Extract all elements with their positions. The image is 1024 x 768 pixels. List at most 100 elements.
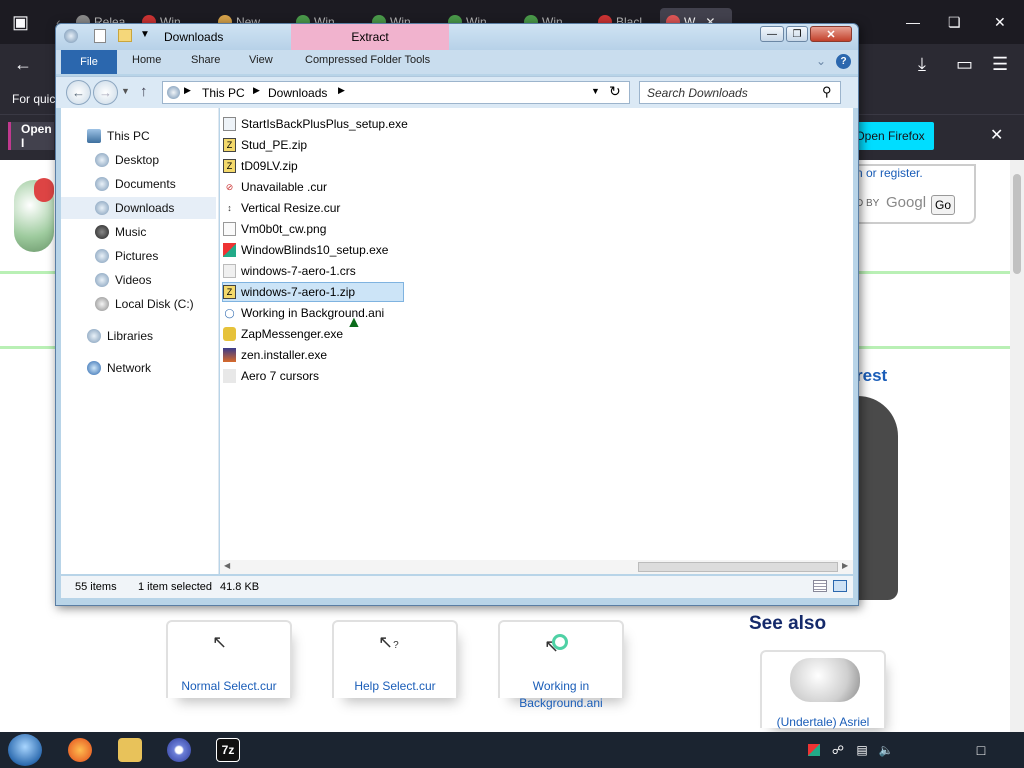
network-icon: [87, 361, 101, 375]
app-taskbar-icon[interactable]: [167, 738, 191, 762]
nav-documents[interactable]: Documents: [61, 173, 216, 195]
explorer-app-icon: [64, 29, 78, 43]
tab-file[interactable]: File: [61, 50, 117, 74]
file-item[interactable]: Z Stud_PE.zip: [223, 135, 307, 155]
cursor-card[interactable]: (Undertale) Asriel: [760, 650, 886, 731]
status-item-count: 55 items: [75, 581, 117, 593]
windowblinds-tray-icon[interactable]: [806, 742, 822, 758]
close-window-icon[interactable]: ✕: [994, 13, 1006, 31]
file-explorer-taskbar-icon[interactable]: [118, 738, 142, 762]
firefox-taskbar-icon[interactable]: [68, 738, 92, 762]
cursor-card-label[interactable]: Help Select.cur: [334, 678, 456, 695]
breadcrumb-separator-icon[interactable]: ▶: [253, 85, 260, 96]
tab-view[interactable]: View: [249, 54, 273, 66]
breadcrumb-this-pc[interactable]: This PC: [202, 86, 245, 100]
nav-label: Libraries: [107, 329, 154, 343]
busy-ring-icon: [552, 634, 568, 650]
search-box[interactable]: Search Downloads ⚲: [639, 81, 841, 104]
tab-share[interactable]: Share: [191, 54, 220, 66]
cursor-card-label[interactable]: (Undertale) Asriel: [762, 714, 884, 731]
downloads-icon[interactable]: ⤓: [918, 55, 926, 73]
new-folder-icon[interactable]: [118, 29, 132, 42]
nav-local-disk[interactable]: Local Disk (C:): [61, 293, 216, 315]
file-item[interactable]: WindowBlinds10_setup.exe: [223, 240, 388, 260]
nav-desktop[interactable]: Desktop: [61, 149, 216, 171]
videos-icon: [95, 273, 109, 287]
file-name: Vm0b0t_cw.png: [241, 222, 327, 236]
go-button[interactable]: Go: [931, 195, 955, 215]
cursor-card[interactable]: ↖ Normal Select.cur: [166, 620, 292, 698]
back-arrow-icon[interactable]: ←: [14, 55, 32, 73]
quick-access-dropdown-icon[interactable]: ▼: [140, 29, 150, 40]
file-item[interactable]: ZapMessenger.exe: [223, 324, 343, 344]
page-scrollbar-thumb[interactable]: [1013, 174, 1021, 274]
close-notification-icon[interactable]: ✕: [990, 127, 1003, 145]
recent-locations-icon[interactable]: ▼: [121, 86, 130, 96]
nav-this-pc[interactable]: This PC: [61, 125, 216, 147]
network-tray-icon[interactable]: ▤: [854, 742, 870, 758]
nav-pictures[interactable]: Pictures: [61, 245, 216, 267]
cursor-card-label-line2[interactable]: Background.ani: [500, 695, 622, 712]
file-item[interactable]: ZtD09LV.zip: [223, 156, 298, 176]
help-icon[interactable]: ?: [836, 54, 851, 69]
close-button[interactable]: ✕: [810, 26, 852, 42]
security-tray-icon[interactable]: ☍: [830, 742, 846, 758]
refresh-icon[interactable]: ↻: [609, 83, 621, 100]
volume-muted-icon[interactable]: 🔈: [878, 742, 894, 758]
cursor-card-label-line1[interactable]: Working in: [500, 678, 622, 695]
page-scrollbar[interactable]: [1010, 160, 1024, 732]
nav-music[interactable]: Music: [61, 221, 216, 243]
menu-icon[interactable]: ☰: [992, 55, 1008, 73]
maximize-icon[interactable]: ❏: [948, 13, 961, 31]
file-item-selected[interactable]: Zwindows-7-aero-1.zip: [222, 282, 404, 302]
details-view-icon[interactable]: [813, 580, 827, 592]
cursor-card[interactable]: ↖? Help Select.cur: [332, 620, 458, 698]
scroll-right-icon[interactable]: ▶: [842, 561, 848, 570]
nav-network[interactable]: Network: [61, 357, 216, 379]
asriel-cursor-image: [790, 658, 860, 702]
register-link[interactable]: n or register.: [856, 166, 923, 180]
tab-overview-icon[interactable]: ▣: [12, 13, 29, 31]
file-item[interactable]: StartIsBackPlusPlus_setup.exe: [223, 114, 408, 134]
file-item[interactable]: Vm0b0t_cw.png: [223, 219, 326, 239]
7zip-taskbar-icon[interactable]: 7z: [216, 738, 240, 762]
file-item[interactable]: windows-7-aero-1.crs: [223, 261, 356, 281]
minimize-icon[interactable]: —: [906, 13, 920, 31]
properties-icon[interactable]: [94, 29, 106, 43]
open-button[interactable]: Open I: [8, 122, 54, 150]
ribbon-expand-icon[interactable]: ⌄: [816, 54, 826, 68]
file-item[interactable]: ⊘ Unavailable .cur: [223, 177, 327, 197]
cursor-card[interactable]: ↖ Working in Background.ani: [498, 620, 624, 710]
file-item[interactable]: ↕ Vertical Resize.cur: [223, 198, 340, 218]
powered-by-text: D BY: [856, 198, 880, 209]
extract-contextual-tab[interactable]: Extract: [291, 24, 449, 50]
nav-downloads[interactable]: Downloads: [61, 197, 216, 219]
forward-button[interactable]: →: [93, 80, 118, 105]
breadcrumb-separator-icon[interactable]: ▶: [184, 85, 191, 96]
notification-center-icon[interactable]: □: [973, 742, 989, 758]
breadcrumb-separator-icon[interactable]: ▶: [338, 85, 345, 96]
large-icons-view-icon[interactable]: [833, 580, 847, 592]
horizontal-scrollbar[interactable]: ◀ ▶: [220, 560, 853, 574]
scroll-left-icon[interactable]: ◀: [224, 561, 230, 570]
open-firefox-button[interactable]: Open Firefox: [846, 122, 934, 150]
nav-libraries[interactable]: Libraries: [61, 325, 216, 347]
horizontal-scrollbar-thumb[interactable]: [638, 562, 838, 572]
back-button[interactable]: ←: [66, 80, 91, 105]
nav-videos[interactable]: Videos: [61, 269, 216, 291]
file-item[interactable]: Aero 7 cursors: [223, 366, 319, 386]
nav-label: Documents: [115, 177, 176, 191]
address-bar[interactable]: ▶ This PC ▶ Downloads ▶ ▼ ↻: [162, 81, 630, 104]
file-item[interactable]: zen.installer.exe: [223, 345, 327, 365]
tab-home[interactable]: Home: [132, 54, 161, 66]
extensions-icon[interactable]: ▭: [956, 55, 973, 73]
address-dropdown-icon[interactable]: ▼: [591, 86, 600, 96]
minimize-button[interactable]: —: [760, 26, 784, 42]
breadcrumb-downloads[interactable]: Downloads: [268, 86, 327, 100]
maximize-button[interactable]: ❐: [786, 26, 808, 42]
search-icon[interactable]: ⚲: [822, 84, 832, 100]
start-button[interactable]: [8, 734, 42, 766]
tab-compressed-folder-tools[interactable]: Compressed Folder Tools: [305, 54, 430, 66]
up-arrow-icon[interactable]: ↑: [140, 83, 148, 100]
cursor-card-label[interactable]: Normal Select.cur: [168, 678, 290, 695]
